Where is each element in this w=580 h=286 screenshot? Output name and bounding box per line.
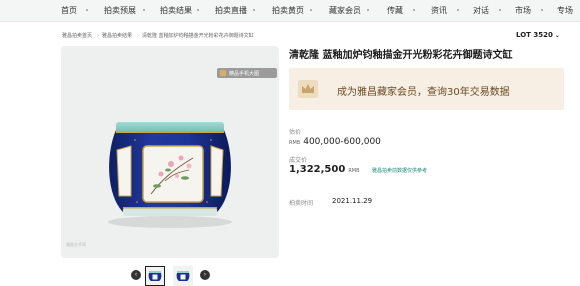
nav-divider: [197, 9, 199, 11]
estimate-amount: 400,000-600,000: [303, 137, 381, 147]
nav-item-dialogue[interactable]: 对话: [473, 5, 489, 16]
lot-selector[interactable]: LOT 3520 ⌄: [516, 31, 560, 39]
breadcrumb-results[interactable]: 雅昌拍卖结果: [102, 33, 132, 39]
breadcrumb-home[interactable]: 雅昌拍卖首页: [62, 33, 92, 39]
nav-divider: [499, 9, 501, 11]
lot-title: 清乾隆 蓝釉加炉钧釉描金开光粉彩花卉御题诗文缸: [289, 50, 513, 61]
nav-item-special[interactable]: 专场: [557, 5, 573, 16]
hammer-note: 雅昌拍卖前数据仅供参考: [372, 168, 428, 174]
nav-item-market[interactable]: 市场: [515, 5, 531, 16]
chevron-down-icon: ⌄: [554, 32, 560, 39]
thumbnail-1[interactable]: [145, 266, 165, 286]
nav-divider: [457, 9, 459, 11]
nav-item-news[interactable]: 资讯: [431, 5, 447, 16]
nav-item-yellowpages[interactable]: 拍卖黄页: [272, 5, 304, 16]
top-nav: 首页 拍卖预展 拍卖结果 拍卖直播 拍卖黄页 藏家会员 传藏 资讯 对话 市场 …: [0, 0, 580, 22]
breadcrumb-current: 清乾隆 蓝釉加炉钧釉描金开光粉彩花卉御题诗文缸: [142, 33, 254, 39]
nav-item-live[interactable]: 拍卖直播: [215, 5, 247, 16]
chevron-left-icon: ‹: [134, 271, 138, 278]
nav-divider: [541, 9, 543, 11]
nav-divider: [367, 9, 369, 11]
thumbnail-2[interactable]: [173, 266, 193, 286]
nav-item-home[interactable]: 首页: [61, 5, 77, 16]
hammer-amount: 1,322,500: [289, 164, 346, 175]
thumb-prev-button[interactable]: ‹: [131, 270, 141, 280]
hd-image-badge[interactable]: 精品手机大图: [217, 68, 277, 78]
nav-divider: [143, 9, 145, 11]
nav-divider: [253, 9, 255, 11]
nav-divider: [413, 9, 415, 11]
chevron-right-icon: ›: [203, 271, 207, 278]
hammer-currency: RMB: [348, 168, 360, 174]
vip-banner-text: 成为雅昌藏家会员，查询30年交易数据: [337, 87, 510, 98]
breadcrumb: 雅昌拍卖首页 › 雅昌拍卖结果 › 清乾隆 蓝釉加炉钧釉描金开光粉彩花卉御题诗文缸: [62, 33, 254, 39]
thumb-next-button[interactable]: ›: [200, 270, 210, 280]
nav-item-results[interactable]: 拍卖结果: [160, 5, 192, 16]
image-watermark: 雅昌艺术网: [66, 242, 86, 247]
lot-label: LOT 3520: [516, 31, 553, 39]
hammer-label: 成交价: [289, 157, 308, 164]
estimate-label: 估价: [289, 129, 302, 136]
jar-thumbnail-icon: [176, 271, 190, 281]
auction-date: 2021.11.29: [332, 197, 373, 205]
jar-thumbnail-icon: [148, 271, 162, 281]
nav-item-chuancang[interactable]: 传藏: [387, 5, 403, 16]
mobile-icon: [220, 70, 226, 76]
hd-image-badge-text: 精品手机大图: [229, 71, 260, 77]
estimate-value: RMB 400,000-600,000: [289, 137, 381, 147]
nav-divider: [310, 9, 312, 11]
vip-banner[interactable]: 成为雅昌藏家会员，查询30年交易数据: [289, 68, 564, 110]
estimate-currency: RMB: [289, 140, 301, 146]
nav-item-preview[interactable]: 拍卖预展: [104, 5, 136, 16]
date-label: 拍卖时间: [289, 200, 314, 207]
nav-divider: [86, 9, 88, 11]
nav-item-membership[interactable]: 藏家会员: [329, 5, 361, 16]
crown-icon: [298, 80, 318, 98]
hammer-price: 1,322,500 RMB: [289, 164, 360, 175]
